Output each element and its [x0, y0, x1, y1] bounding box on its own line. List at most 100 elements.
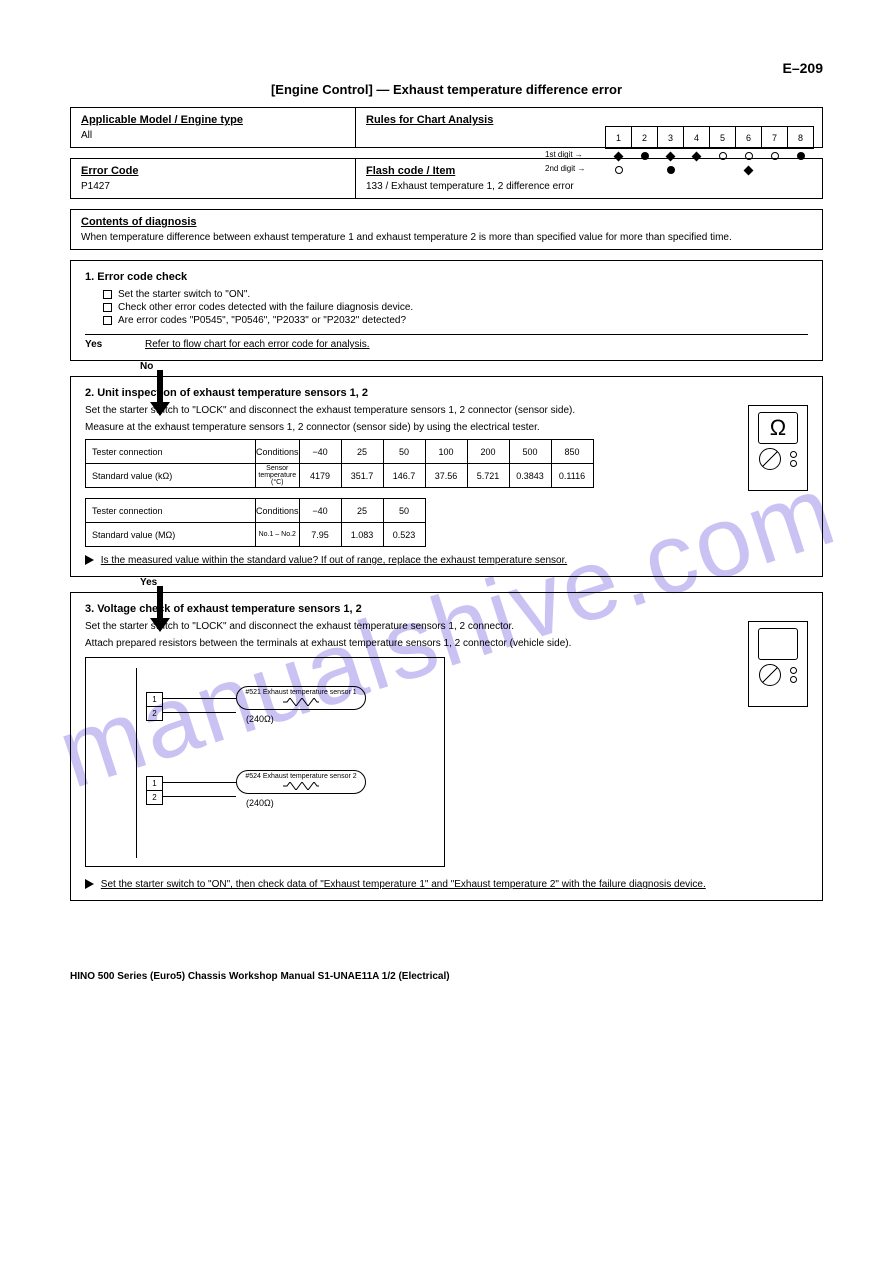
- t2-head: −40: [299, 499, 341, 523]
- matrix-cell: 1: [606, 127, 632, 149]
- step2-after: Is the measured value within the standar…: [101, 555, 567, 566]
- diamond-icon: [666, 151, 676, 161]
- t1-head: 50: [383, 440, 425, 464]
- wiring-diagram: 12 #521 Exhaust temperature sensor 1 (24…: [85, 657, 445, 867]
- resistance-table-2: Tester connection Conditions −40 25 50 S…: [85, 498, 426, 547]
- terminal: 1: [147, 693, 163, 707]
- step1-no: No: [140, 361, 823, 372]
- resistor-icon: [283, 782, 319, 790]
- meter-port-icon: [790, 451, 797, 458]
- header-box: Applicable Model / Engine type All Rules…: [70, 107, 823, 148]
- sensor-2-pill: #524 Exhaust temperature sensor 2: [236, 770, 366, 794]
- dot-icon: [641, 152, 649, 160]
- legend-1st: 1st digit →: [545, 150, 583, 159]
- t2-val: 0.523: [383, 523, 425, 547]
- t1-val: 5.721: [467, 464, 509, 488]
- checkbox-icon: [103, 303, 112, 312]
- terminal: 1: [147, 777, 163, 791]
- applicable-body: All: [81, 130, 345, 141]
- t1-val: 351.7: [341, 464, 383, 488]
- footer-text: HINO 500 Series (Euro5) Chassis Workshop…: [70, 971, 823, 982]
- step2-box: 2. Unit inspection of exhaust temperatur…: [70, 376, 823, 577]
- matrix-cell: 3: [658, 127, 684, 149]
- diamond-icon: [744, 165, 754, 175]
- circle-icon: [719, 152, 727, 160]
- page-title: [Engine Control] — Exhaust temperature d…: [70, 82, 823, 97]
- resistor-icon: [283, 698, 319, 706]
- t1-cond: Sensor temperature (°C): [256, 464, 300, 488]
- t1-head: 100: [425, 440, 467, 464]
- t1-head: 500: [509, 440, 551, 464]
- resistor-value: (240Ω): [246, 798, 274, 808]
- triangle-icon: [85, 879, 94, 889]
- contents-title: Contents of diagnosis: [81, 216, 812, 228]
- checkbox-icon: [103, 316, 112, 325]
- circle-icon: [745, 152, 753, 160]
- applicable-title: Applicable Model / Engine type: [81, 114, 345, 126]
- diamond-icon: [692, 151, 702, 161]
- matrix-cell: 4: [684, 127, 710, 149]
- code-title: Error Code: [81, 165, 345, 177]
- t2-head: 50: [383, 499, 425, 523]
- t2-head: 25: [341, 499, 383, 523]
- sensor-1-pill: #521 Exhaust temperature sensor 1: [236, 686, 366, 710]
- resistor-value: (240Ω): [246, 714, 274, 724]
- t1-head: 25: [341, 440, 383, 464]
- t1-head: 200: [467, 440, 509, 464]
- step2-p1: Set the starter switch to "LOCK" and dis…: [85, 405, 808, 416]
- step3-p1: Set the starter switch to "LOCK" and dis…: [85, 621, 808, 632]
- t2-val: 1.083: [341, 523, 383, 547]
- circle-icon: [771, 152, 779, 160]
- step3-p2: Attach prepared resistors between the te…: [85, 638, 808, 649]
- step3-box: 3. Voltage check of exhaust temperature …: [70, 592, 823, 901]
- terminal: 2: [147, 791, 163, 805]
- step1-item: Are error codes "P0545", "P0546", "P2033…: [118, 315, 406, 326]
- matrix-cell: 6: [736, 127, 762, 149]
- multimeter-icon: Ω: [748, 405, 808, 491]
- page-number: E–209: [70, 60, 823, 76]
- triangle-icon: [85, 555, 94, 565]
- step2-title: 2. Unit inspection of exhaust temperatur…: [85, 387, 808, 399]
- t1-val: 37.56: [425, 464, 467, 488]
- t2-lbl: Standard value (MΩ): [86, 523, 256, 547]
- step2-p2: Measure at the exhaust temperature senso…: [85, 422, 808, 433]
- diamond-icon: [614, 151, 624, 161]
- rules-title: Rules for Chart Analysis: [366, 114, 812, 126]
- legend-2nd: 2nd digit →: [545, 164, 585, 173]
- meter-port-icon: [790, 460, 797, 467]
- meter-screen: [758, 628, 798, 660]
- t1-val: 146.7: [383, 464, 425, 488]
- step1-item: Set the starter switch to "ON".: [118, 289, 250, 300]
- t1-lbl: Standard value (kΩ): [86, 464, 256, 488]
- sensor-2-label: #524 Exhaust temperature sensor 2: [237, 772, 365, 782]
- step1-box: 1. Error code check Set the starter swit…: [70, 260, 823, 361]
- t1-val: 0.1116: [551, 464, 593, 488]
- rules-matrix: 1 2 3 4 5 6 7 8: [605, 126, 814, 177]
- meter-port-icon: [790, 667, 797, 674]
- resistance-table-1: Tester connection Conditions −40 25 50 1…: [85, 439, 594, 488]
- code-value: P1427: [81, 181, 345, 192]
- step1-yes-note: Refer to flow chart for each error code …: [145, 339, 370, 350]
- step1-title: 1. Error code check: [85, 271, 808, 283]
- step2-yes: Yes: [140, 577, 823, 588]
- t1-val: 4179: [299, 464, 341, 488]
- step1-yes: Yes: [85, 339, 145, 350]
- step3-after: Set the starter switch to "ON", then che…: [101, 879, 706, 890]
- contents-body: When temperature difference between exha…: [81, 232, 812, 243]
- meter-port-icon: [790, 676, 797, 683]
- terminal: 2: [147, 707, 163, 721]
- circle-icon: [615, 166, 623, 174]
- item-value: 133 / Exhaust temperature 1, 2 differenc…: [366, 181, 812, 192]
- t1-head: −40: [299, 440, 341, 464]
- checkbox-icon: [103, 290, 112, 299]
- t2-conn: No.1 – No.2: [256, 523, 300, 547]
- t1-head: Tester connection: [86, 440, 256, 464]
- step3-title: 3. Voltage check of exhaust temperature …: [85, 603, 808, 615]
- multimeter-icon: [748, 621, 808, 707]
- sensor-1-label: #521 Exhaust temperature sensor 1: [237, 688, 365, 698]
- meter-dial-icon: [759, 448, 781, 470]
- meter-dial-icon: [759, 664, 781, 686]
- t1-val: 0.3843: [509, 464, 551, 488]
- dot-icon: [797, 152, 805, 160]
- matrix-cell: 7: [762, 127, 788, 149]
